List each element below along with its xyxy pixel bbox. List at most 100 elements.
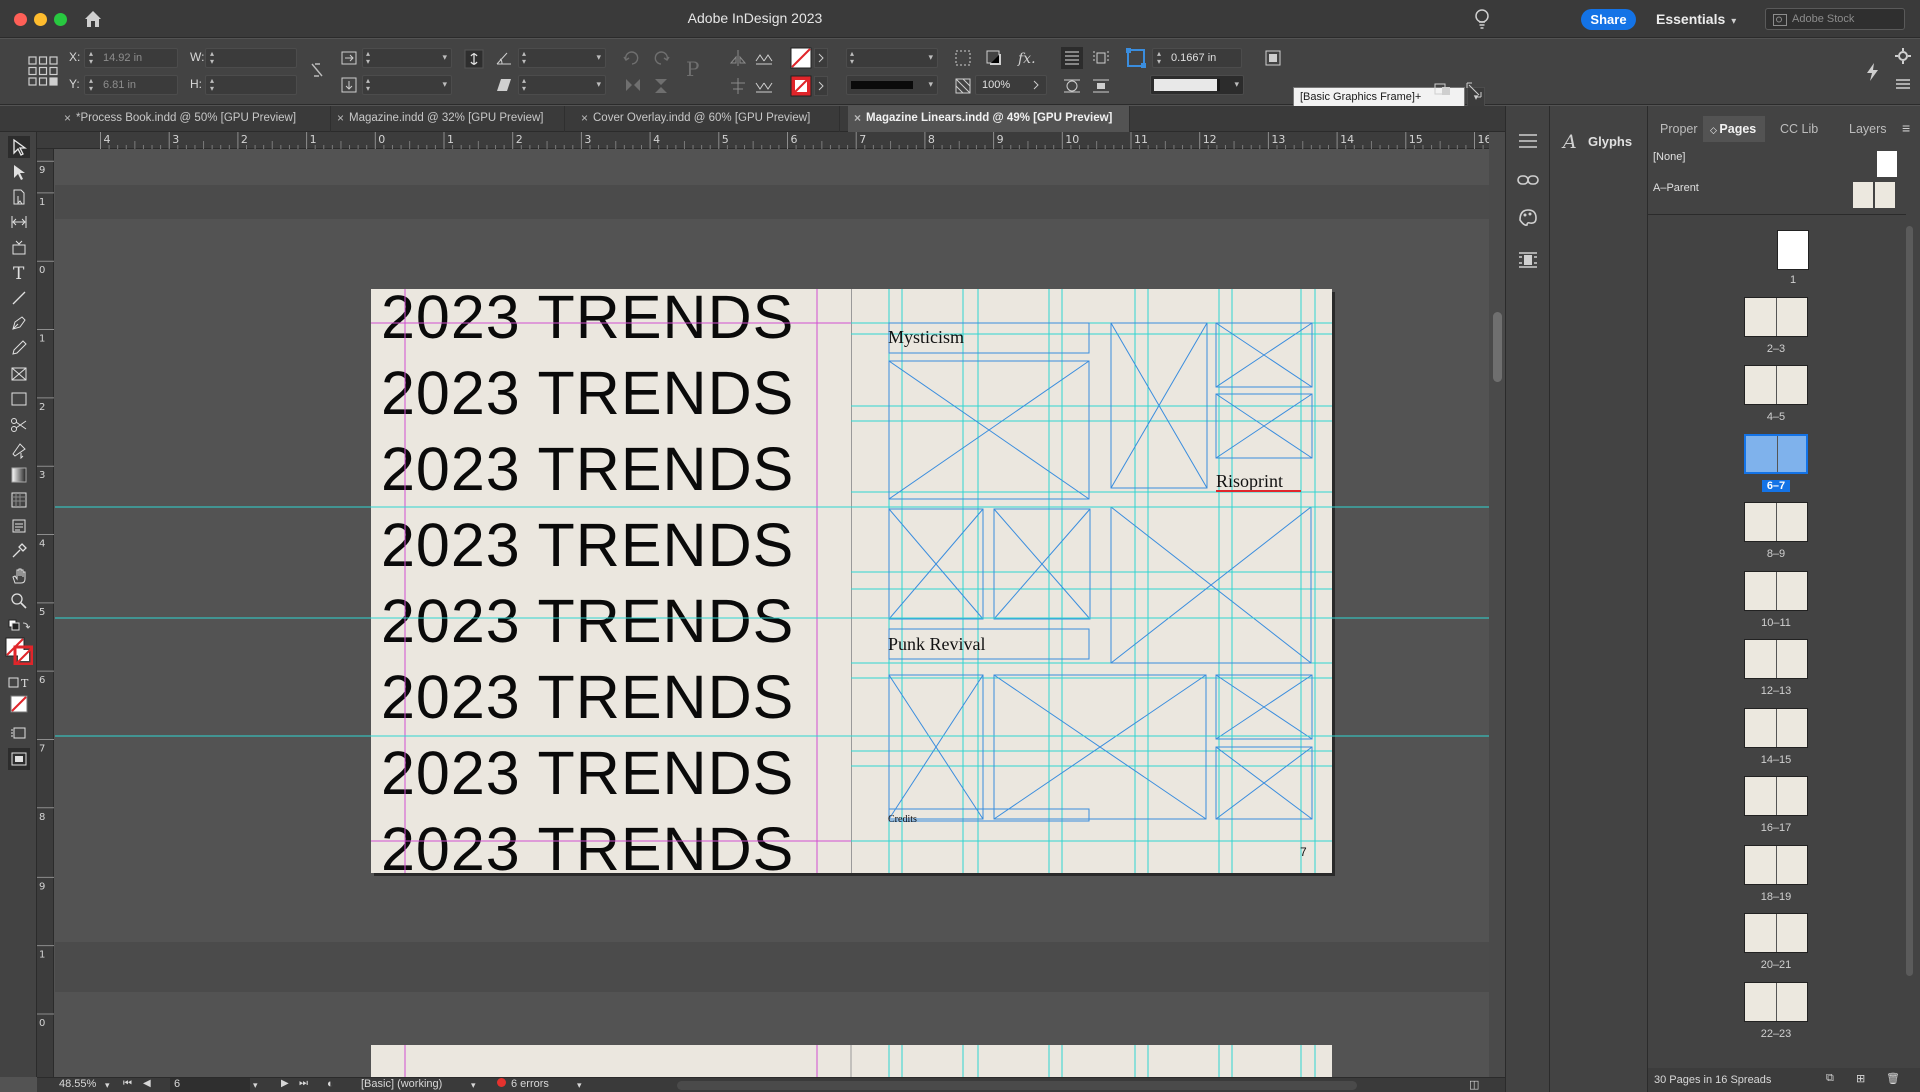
punk-revival-label[interactable]: Punk Revival	[888, 634, 986, 655]
w-field[interactable]: ▴ ▾	[205, 48, 297, 68]
gradient-feather-tool-icon[interactable]	[8, 489, 30, 511]
page-thumbnail-label[interactable]: 22–23	[1746, 1028, 1806, 1040]
rotation-field[interactable]: ▴ ▾ ▾	[518, 48, 606, 68]
h-field[interactable]: ▴ ▾	[205, 75, 297, 95]
hand-tool-icon[interactable]	[8, 565, 30, 587]
close-icon[interactable]: ×	[64, 111, 71, 125]
auto-fit-icon[interactable]	[1463, 79, 1485, 101]
reference-point-icon[interactable]	[28, 56, 58, 86]
panel-menu-icon[interactable]	[1892, 73, 1914, 95]
a-parent-left-thumb[interactable]	[1853, 182, 1873, 208]
content-collector-icon[interactable]	[8, 236, 30, 258]
flip-vertical-icon[interactable]	[622, 75, 644, 97]
gap-tool-icon[interactable]	[8, 211, 30, 233]
delete-page-icon[interactable]: 🗑	[1886, 1072, 1900, 1085]
fill-stroke-swatch-icon[interactable]	[5, 637, 33, 665]
opacity-menu-button[interactable]	[1028, 76, 1046, 96]
x-field[interactable]: ▴ ▾ 14.92 in	[84, 48, 178, 68]
free-transform-tool-icon[interactable]	[8, 439, 30, 461]
view-mode-icon[interactable]	[8, 722, 30, 744]
constrain-scale-icon[interactable]	[463, 48, 485, 70]
eyedropper-tool-icon[interactable]	[8, 540, 30, 562]
chevron-down-icon[interactable]: ▾	[105, 1080, 110, 1091]
constrain-proportions-icon[interactable]	[306, 59, 328, 81]
scissors-tool-icon[interactable]	[8, 414, 30, 436]
risoprint-label[interactable]: Risoprint	[1216, 471, 1283, 492]
vertical-scrollbar[interactable]	[1489, 132, 1505, 1077]
flip-both-icon[interactable]	[650, 75, 672, 97]
spread-thumbnail[interactable]	[1744, 433, 1808, 474]
corner-options-icon[interactable]	[952, 47, 974, 69]
page-thumbnail-label[interactable]: 20–21	[1746, 959, 1806, 971]
spread-thumbnail[interactable]	[1744, 844, 1808, 885]
swatches-icon[interactable]	[1516, 206, 1540, 233]
glyphs-panel-label[interactable]: Glyphs	[1588, 134, 1632, 149]
next-page-icon[interactable]: ▶	[281, 1078, 289, 1089]
shear-field[interactable]: ▴ ▾ ▾	[518, 75, 606, 95]
workspace-switcher[interactable]: Essentials ▾	[1656, 11, 1736, 27]
apply-none-icon[interactable]	[8, 693, 30, 715]
tab-pages[interactable]: ◇ Pages	[1710, 122, 1756, 136]
default-colors-icon[interactable]	[8, 616, 30, 638]
distribute-bottom-icon[interactable]	[753, 75, 775, 97]
close-icon[interactable]: ×	[581, 111, 588, 125]
rectangle-frame-tool-icon[interactable]	[8, 363, 30, 385]
line-tool-icon[interactable]	[8, 287, 30, 309]
panel-menu-icon[interactable]: ≡	[1902, 120, 1910, 136]
chevron-down-icon[interactable]: ▾	[253, 1080, 258, 1091]
preflight-profile[interactable]: [Basic] (working)	[361, 1078, 442, 1090]
selection-tool-icon[interactable]	[8, 136, 30, 158]
document-canvas[interactable]: 2023 TRENDS 2023 TRENDS 2023 TRENDS 2023 TR…	[55, 150, 1489, 1077]
page-thumbnail-label[interactable]: 14–15	[1746, 754, 1806, 766]
fill-menu-button[interactable]	[814, 48, 828, 68]
paragraph-styles-icon[interactable]	[1516, 130, 1540, 157]
screen-mode-icon[interactable]	[8, 748, 30, 770]
tab-cc-libraries[interactable]: CC Lib	[1780, 122, 1818, 136]
last-page-icon[interactable]: ⏭	[299, 1078, 308, 1089]
text-wrap-shape-icon[interactable]	[1061, 75, 1083, 97]
scale-y-field[interactable]: ▴ ▾ ▾	[362, 75, 452, 95]
chevron-down-icon[interactable]: ▾	[577, 1080, 582, 1091]
adobe-stock-search[interactable]: Adobe Stock	[1765, 8, 1905, 30]
spread-thumbnail[interactable]	[1744, 639, 1808, 679]
direct-selection-tool-icon[interactable]	[8, 161, 30, 183]
rectangle-tool-icon[interactable]	[8, 388, 30, 410]
frame-fitting-icon[interactable]	[1262, 47, 1284, 69]
page-thumbnail-label[interactable]: 1	[1763, 274, 1823, 286]
fill-swatch-none-icon[interactable]	[790, 47, 812, 69]
spread-thumbnail[interactable]	[1744, 296, 1808, 337]
stroke-swatch-none-icon[interactable]	[790, 75, 812, 97]
tab-process-book[interactable]: × *Process Book.indd @ 50% [GPU Preview]	[58, 106, 331, 132]
page-thumbnail-label[interactable]: 16–17	[1746, 822, 1806, 834]
y-field[interactable]: ▴ ▾ 6.81 in	[84, 75, 178, 95]
settings-gear-icon[interactable]	[1892, 45, 1914, 67]
pages-scrollbar[interactable]	[1906, 216, 1914, 1066]
page-thumbnail-label[interactable]: 8–9	[1746, 548, 1806, 560]
horizontal-scrollbar[interactable]	[677, 1081, 1357, 1090]
next-spread[interactable]	[371, 1045, 1332, 1077]
spread-thumbnail[interactable]	[1744, 913, 1808, 953]
tab-magazine[interactable]: × Magazine.indd @ 32% [GPU Preview]	[331, 106, 565, 132]
split-view-icon[interactable]: ◫	[1469, 1078, 1479, 1091]
page-thumbnail[interactable]	[1777, 230, 1809, 270]
distribute-icon[interactable]	[753, 47, 775, 69]
text-wrap-bbox-icon[interactable]	[1090, 47, 1112, 69]
spread-6-7[interactable]: 2023 TRENDS 2023 TRENDS 2023 TRENDS 2023 TR…	[371, 289, 1332, 873]
gradient-swatch-tool-icon[interactable]	[8, 464, 30, 486]
page-tool-icon[interactable]	[8, 186, 30, 208]
credits-label[interactable]: Credits	[888, 814, 917, 825]
edit-page-size-icon[interactable]: ⧉	[1826, 1072, 1834, 1085]
preflight-errors[interactable]: 6 errors	[497, 1078, 549, 1090]
effects-fx-icon[interactable]: fx.	[1016, 47, 1038, 69]
pen-tool-icon[interactable]	[8, 312, 30, 334]
page-thumbnail-label[interactable]: 2–3	[1746, 343, 1806, 355]
spread-thumbnail[interactable]	[1744, 365, 1808, 405]
sync-icon[interactable]: ◐	[327, 1078, 334, 1090]
rotate-cw-icon[interactable]	[621, 47, 643, 69]
chevron-down-icon[interactable]: ▾	[471, 1080, 476, 1091]
tab-magazine-linears[interactable]: × Magazine Linears.indd @ 49% [GPU Previe…	[848, 106, 1130, 132]
scroll-thumb[interactable]	[1906, 226, 1913, 976]
pencil-tool-icon[interactable]	[8, 337, 30, 359]
page-thumbnail-label[interactable]: 12–13	[1746, 685, 1806, 697]
tab-layers[interactable]: Layers	[1849, 122, 1887, 136]
